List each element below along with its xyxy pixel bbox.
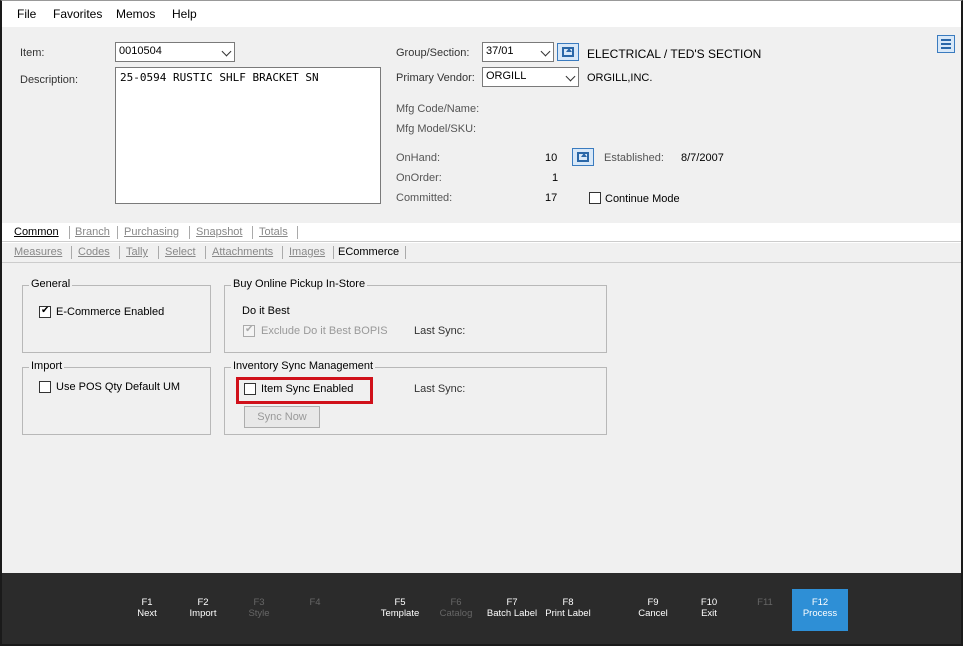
general-title: General [29,278,73,290]
tab-measures[interactable]: Measures [14,246,62,258]
continue-mode-checkbox[interactable] [589,192,601,204]
item-value: 0010504 [119,45,162,57]
f1-next-button[interactable]: F1 Next [119,589,175,631]
ecommerce-enabled-label: E-Commerce Enabled [56,306,165,318]
bopis-last-sync-label: Last Sync: [414,325,466,337]
item-label: Item: [20,47,45,59]
menu-help[interactable]: Help [172,7,197,21]
onorder-label: OnOrder: [396,172,442,184]
exclude-bopis-checkbox[interactable] [243,324,255,337]
tab-ecommerce[interactable]: ECommerce [338,246,399,258]
upload-icon [577,152,589,162]
menu-favorites[interactable]: Favorites [53,7,102,21]
use-pos-qty-checkbox[interactable] [39,381,51,393]
primary-vendor-dropdown[interactable]: ORGILL [482,67,579,87]
f10-exit-button[interactable]: F10 Exit [681,589,737,631]
ecommerce-enabled-checkbox[interactable] [39,305,51,318]
f12-process-button[interactable]: F12 Process [792,589,848,631]
tab-codes[interactable]: Codes [78,246,110,258]
tab-common[interactable]: Common [14,226,59,238]
tab-totals[interactable]: Totals [259,226,288,238]
use-pos-qty-label: Use POS Qty Default UM [56,381,181,393]
f7-batch-label-button[interactable]: F7 Batch Label [484,589,540,631]
tab-row-primary: Common Branch Purchasing Snapshot Totals [2,223,961,243]
function-key-bar: F1 Next F2 Import F3 Style F4 F5 Template F6… [2,573,961,644]
group-section-label: Group/Section: [396,47,470,59]
chevron-down-icon [565,71,576,82]
menu-bar: File Favorites Memos Help [2,1,961,27]
committed-value: 17 [545,192,558,204]
group-section-dropdown[interactable]: 37/01 [482,42,554,62]
mfg-model-label: Mfg Model/SKU: [396,123,477,135]
chevron-down-icon [540,46,551,57]
committed-label: Committed: [396,192,453,204]
item-header: Item: 0010504 Description: 25-0594 RUSTI… [2,27,961,217]
menu-memos[interactable]: Memos [116,7,155,21]
onhand-detail-button[interactable] [572,148,594,166]
primary-vendor-value: ORGILL [486,70,527,82]
primary-vendor-name: ORGILL,INC. [587,72,653,84]
f6-catalog-button[interactable]: F6 Catalog [428,589,484,631]
general-panel: General E-Commerce Enabled [22,278,211,353]
f11-button[interactable]: F11 [737,589,793,631]
tab-select[interactable]: Select [165,246,196,258]
tab-tally[interactable]: Tally [126,246,148,258]
onorder-value: 1 [552,172,559,184]
inventory-sync-title: Inventory Sync Management [231,360,376,372]
f5-template-button[interactable]: F5 Template [372,589,428,631]
import-panel: Import Use POS Qty Default UM [22,360,211,435]
import-title: Import [29,360,65,372]
f4-button[interactable]: F4 [287,589,343,631]
item-sync-enabled-label: Item Sync Enabled [261,383,354,395]
do-it-best-label: Do it Best [242,305,290,317]
f9-cancel-button[interactable]: F9 Cancel [625,589,681,631]
tab-snapshot[interactable]: Snapshot [196,226,242,238]
f2-import-button[interactable]: F2 Import [175,589,231,631]
f8-print-label-button[interactable]: F8 Print Label [540,589,596,631]
mfg-code-label: Mfg Code/Name: [396,103,480,115]
item-sync-enabled-checkbox[interactable] [244,383,256,395]
hamburger-menu-icon[interactable] [937,35,955,53]
established-label: Established: [604,152,664,164]
primary-vendor-label: Primary Vendor: [396,72,475,84]
group-lookup-button[interactable] [557,43,579,61]
app-window: File Favorites Memos Help Item: 0010504 … [0,0,963,646]
group-section-name: ELECTRICAL / TED'S SECTION [587,47,762,61]
f3-style-button[interactable]: F3 Style [231,589,287,631]
bopis-title: Buy Online Pickup In-Store [231,278,368,290]
tab-branch[interactable]: Branch [75,226,110,238]
inventory-sync-panel: Inventory Sync Management Item Sync Enab… [224,360,607,435]
upload-icon [562,47,574,57]
description-label: Description: [20,74,79,86]
exclude-bopis-label: Exclude Do it Best BOPIS [261,325,388,337]
group-section-value: 37/01 [486,45,514,57]
inventory-last-sync-label: Last Sync: [414,383,466,395]
continue-mode-label: Continue Mode [605,193,680,205]
menu-file[interactable]: File [17,7,36,21]
onhand-label: OnHand: [396,152,441,164]
chevron-down-icon [221,46,232,57]
onhand-value: 10 [545,152,558,164]
tab-purchasing[interactable]: Purchasing [124,226,179,238]
item-dropdown[interactable]: 0010504 [115,42,235,62]
bopis-panel: Buy Online Pickup In-Store Do it Best Ex… [224,278,607,353]
tab-attachments[interactable]: Attachments [212,246,273,258]
tab-row-secondary: Measures Codes Tally Select Attachments … [2,243,961,263]
description-field[interactable]: 25-0594 RUSTIC SHLF BRACKET SN [115,67,381,204]
tab-images[interactable]: Images [289,246,325,258]
established-value: 8/7/2007 [681,152,724,164]
sync-now-button[interactable]: Sync Now [244,406,320,428]
